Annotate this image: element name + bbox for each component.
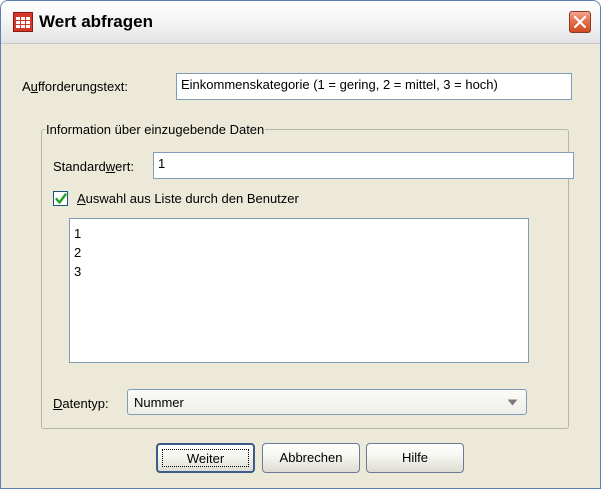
dialog-title: Wert abfragen — [39, 12, 153, 31]
datatype-value: Nummer — [134, 395, 184, 410]
focus-ring — [162, 449, 249, 467]
help-label: Hilfe — [401, 450, 428, 465]
close-button[interactable] — [569, 11, 591, 33]
list-item[interactable]: 1 — [74, 224, 524, 243]
continue-button[interactable]: Weiter — [156, 443, 255, 473]
group-legend: Information über einzugebende Daten — [45, 122, 266, 137]
datatype-label: Datentyp: — [53, 396, 109, 411]
title-bar[interactable]: Wert abfragen — [1, 1, 600, 44]
list-item[interactable]: 3 — [74, 262, 524, 281]
chevron-down-icon — [507, 399, 518, 406]
cancel-label: Abbrechen — [279, 450, 343, 465]
help-button[interactable]: Hilfe — [366, 443, 464, 473]
data-table-icon — [13, 12, 33, 32]
checkmark-icon — [55, 193, 67, 204]
cancel-button[interactable]: Abbrechen — [262, 443, 360, 473]
user-list-checkbox[interactable] — [53, 191, 68, 206]
datatype-select[interactable]: Nummer — [127, 389, 527, 415]
checkbox-label: Auswahl aus Liste durch den Benutzer — [77, 191, 299, 206]
dialog-window: Wert abfragen Aufforderungstext: Einkomm… — [0, 0, 601, 489]
list-item[interactable]: 2 — [74, 243, 524, 262]
value-listbox[interactable]: 1 2 3 — [69, 218, 529, 363]
close-icon — [574, 16, 586, 28]
prompt-text-input[interactable]: Einkommenskategorie (1 = gering, 2 = mit… — [176, 73, 572, 100]
prompt-label: Aufforderungstext: — [22, 79, 128, 94]
default-value-label: Standardwert: — [53, 159, 134, 174]
default-value-input[interactable]: 1 — [153, 152, 574, 179]
